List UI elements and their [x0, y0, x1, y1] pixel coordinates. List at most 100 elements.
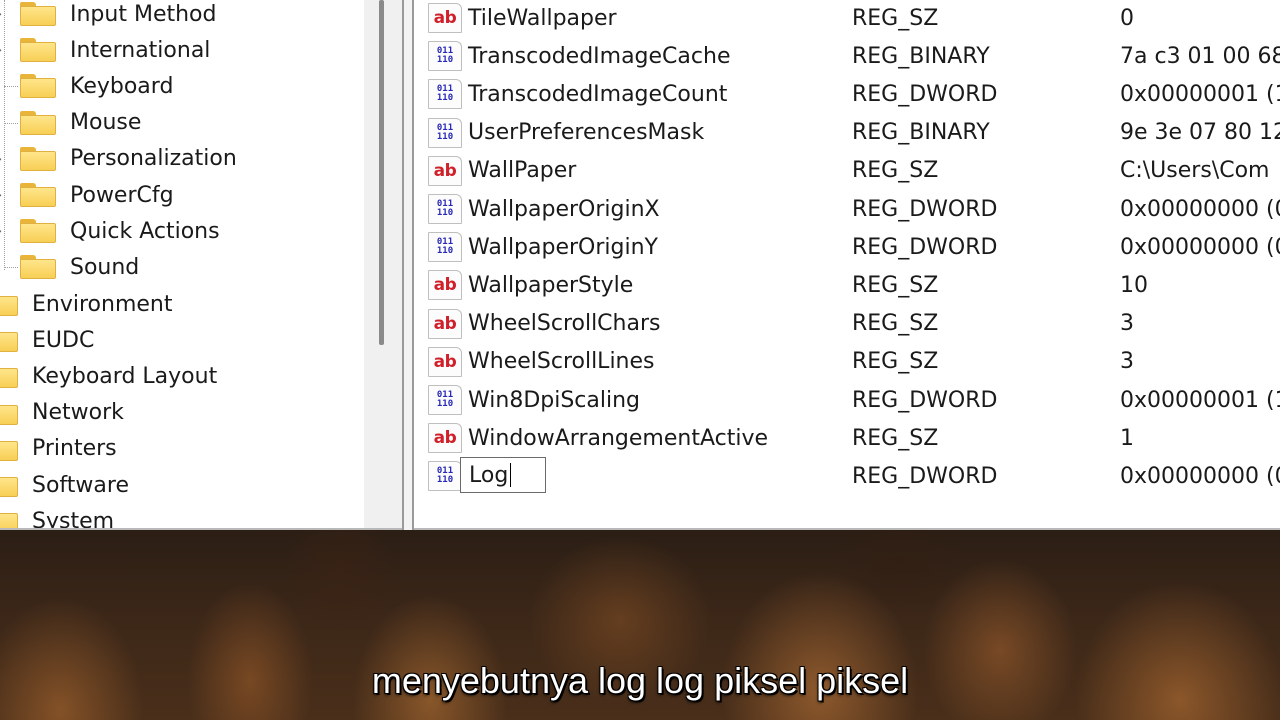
value-row[interactable]: ab TileWallpaper REG_SZ 0 — [414, 0, 1280, 37]
tree-item-label: Sound — [70, 254, 140, 280]
value-row[interactable]: 011 110 Win8DpiScaling REG_DWORD 0x00000001 … — [414, 381, 1280, 419]
value-row[interactable]: ab WallPaper REG_SZ C:\Users\Com — [414, 152, 1280, 190]
value-type: REG_SZ — [852, 425, 939, 451]
string-value-icon: ab — [428, 155, 462, 186]
tree-item-label: Quick Actions — [70, 218, 220, 244]
icon-glyph: 110 — [436, 208, 454, 218]
rename-value-input[interactable] — [460, 457, 546, 494]
tree-item-label: Keyboard — [70, 73, 174, 99]
value-type: REG_SZ — [852, 349, 939, 375]
value-type: REG_DWORD — [852, 387, 998, 413]
value-row[interactable]: 011 110 TranscodedImageCount REG_DWORD 0x000… — [414, 75, 1280, 113]
string-value-icon: ab — [428, 3, 462, 33]
value-data: 0x00000001 (1 — [1120, 387, 1280, 413]
icon-glyph: 110 — [436, 246, 454, 257]
value-data: 7a c3 01 00 68 — [1120, 43, 1280, 69]
tree-item[interactable]: › Input Method — [0, 0, 217, 32]
tree-connector — [4, 267, 18, 269]
value-data: 3 — [1120, 311, 1134, 337]
folder-icon — [20, 38, 56, 63]
string-value-icon: ab — [428, 346, 462, 377]
value-type: REG_SZ — [852, 311, 939, 337]
folder-icon — [0, 401, 18, 425]
value-type: REG_BINARY — [852, 43, 990, 69]
value-name: WallPaper — [468, 158, 577, 184]
chevron-right-icon[interactable]: › — [0, 150, 10, 166]
value-data: 0x00000000 (0 — [1120, 463, 1280, 489]
value-name: WindowArrangementActive — [468, 425, 769, 451]
value-row[interactable]: 011 110 WallpaperOriginY REG_DWORD 0x0000000… — [414, 228, 1280, 266]
tree-item[interactable]: Mouse — [4, 105, 142, 141]
tree-item[interactable]: › Personalization — [0, 141, 237, 177]
tree-item[interactable]: Environment — [0, 286, 172, 322]
value-name: WallpaperStyle — [468, 272, 634, 298]
value-type: REG_SZ — [852, 158, 939, 184]
value-data: 10 — [1120, 272, 1148, 298]
icon-glyph: ab — [433, 8, 457, 28]
value-row[interactable]: ab WindowArrangementActive REG_SZ 1 — [414, 419, 1280, 457]
tree-item-label: Personalization — [70, 146, 237, 172]
value-type: REG_SZ — [852, 5, 939, 31]
folder-icon — [0, 292, 18, 316]
folder-icon — [20, 110, 56, 135]
value-row[interactable]: ab WallpaperStyle REG_SZ 10 — [414, 266, 1280, 304]
pane-splitter[interactable] — [402, 0, 414, 530]
value-type: REG_BINARY — [852, 120, 990, 146]
icon-glyph: 110 — [436, 475, 454, 486]
value-row[interactable]: ab WheelScrollChars REG_SZ 3 — [414, 305, 1280, 343]
tree-item[interactable]: System — [0, 503, 114, 528]
tree-connector — [4, 122, 18, 124]
binary-value-icon: 011 110 — [428, 232, 462, 263]
string-value-icon: ab — [428, 270, 462, 301]
binary-value-icon: 011 110 — [428, 194, 462, 224]
tree-item-label: Printers — [32, 436, 117, 462]
value-row[interactable]: 011 110 WallpaperOriginX REG_DWORD 0x0000000… — [414, 190, 1280, 228]
value-name: TranscodedImageCount — [468, 81, 728, 107]
value-name: Win8DpiScaling — [468, 387, 641, 413]
tree-item-label: PowerCfg — [70, 182, 174, 208]
tree-item-label: Keyboard Layout — [32, 363, 218, 389]
tree-item-label: Mouse — [70, 110, 142, 136]
tree-item[interactable]: EUDC — [0, 322, 94, 358]
tree-item-label: Software — [32, 472, 129, 498]
tree-scrollbar-thumb[interactable] — [379, 0, 384, 345]
registry-values-pane: ab TileWallpaper REG_SZ 0 011 110 TranscodedIm… — [414, 0, 1280, 528]
tree-item[interactable]: Sound — [4, 249, 140, 285]
tree-item[interactable]: › PowerCfg — [0, 177, 174, 213]
binary-value-icon: 011 110 — [428, 117, 462, 148]
tree-item[interactable]: Network — [0, 395, 124, 431]
tree-item-label: Network — [32, 400, 124, 426]
tree-item[interactable]: Software — [0, 467, 129, 503]
value-row-editing[interactable]: 011110 REG_DWORD 0x00000000 (0 — [414, 457, 1280, 495]
tree-item[interactable]: Printers — [0, 431, 117, 467]
value-name: WallpaperOriginY — [468, 234, 658, 260]
chevron-right-icon[interactable]: › — [0, 187, 10, 203]
icon-glyph: ab — [433, 351, 457, 372]
chevron-right-icon[interactable]: › — [0, 6, 10, 22]
value-type: REG_DWORD — [852, 81, 998, 107]
tree-item[interactable]: › International — [0, 32, 210, 68]
value-data: 1 — [1120, 425, 1134, 451]
registry-tree-pane: › Input Method › International Keyboard Mouse… — [0, 0, 402, 528]
value-name: WallpaperOriginX — [468, 196, 660, 222]
folder-icon — [20, 183, 56, 207]
value-row[interactable]: 011 110 UserPreferencesMask REG_BINARY 9e 3e… — [414, 114, 1280, 152]
tree-item-label: Input Method — [70, 1, 217, 27]
chevron-right-icon[interactable]: › — [0, 42, 10, 58]
binary-value-icon: 011 110 — [428, 461, 462, 492]
value-row[interactable]: ab WheelScrollLines REG_SZ 3 — [414, 343, 1280, 381]
value-data: 3 — [1120, 349, 1134, 375]
tree-item[interactable]: › Quick Actions — [0, 213, 220, 249]
tree-item[interactable]: Keyboard Layout — [0, 358, 217, 394]
value-data: 9e 3e 07 80 12 — [1120, 120, 1280, 146]
binary-value-icon: 011 110 — [428, 41, 462, 72]
video-subtitle: menyebutnya log log piksel piksel — [371, 660, 909, 701]
tree-item[interactable]: Keyboard — [4, 68, 174, 104]
folder-icon — [20, 2, 56, 26]
chevron-right-icon[interactable]: › — [0, 223, 10, 239]
icon-glyph: ab — [433, 313, 457, 334]
icon-glyph: ab — [433, 160, 457, 181]
folder-icon — [0, 509, 18, 528]
icon-glyph: ab — [433, 275, 457, 296]
value-row[interactable]: 011 110 TranscodedImageCache REG_BINARY 7a c… — [414, 37, 1280, 75]
